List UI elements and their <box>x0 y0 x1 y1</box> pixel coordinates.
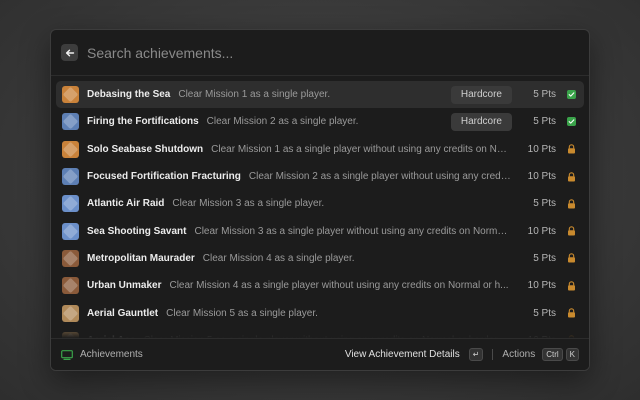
achievement-thumbnail <box>62 195 79 213</box>
achievement-points: 5 Pts <box>533 89 556 101</box>
achievement-title: Firing the Fortifications <box>87 116 199 128</box>
lock-icon <box>565 171 577 183</box>
achievement-title: Debasing the Sea <box>87 89 171 101</box>
achievement-description: Clear Mission 5 as a single player. <box>166 307 318 319</box>
achievement-row[interactable]: Aerial Gauntlet Clear Mission 5 as a sing… <box>56 299 584 326</box>
achievement-thumbnail <box>62 140 79 158</box>
achievement-points: 10 Pts <box>527 225 556 237</box>
achievement-description: Clear Mission 1 as a single player witho… <box>211 143 512 155</box>
hardcore-tag: Hardcore <box>450 85 512 104</box>
achievement-title: Metropolitan Maurader <box>87 252 195 264</box>
achievement-thumbnail <box>62 86 79 104</box>
view-details-action[interactable]: View Achievement Details <box>345 349 460 360</box>
achievement-list: Debasing the Sea Clear Mission 1 as a sin… <box>51 76 589 340</box>
achievement-thumbnail <box>62 304 79 322</box>
achievement-description: Clear Mission 2 as a single player witho… <box>248 171 512 183</box>
achievement-row[interactable]: Sea Shooting Savant Clear Mission 3 as a … <box>56 217 584 244</box>
search-input[interactable] <box>87 44 579 61</box>
achievement-thumbnail <box>62 113 79 131</box>
actions-button[interactable]: Actions <box>502 349 535 360</box>
extension-icon <box>61 349 73 360</box>
achievement-title: Urban Unmaker <box>87 280 162 292</box>
achievement-thumbnail <box>62 277 79 295</box>
achievement-row[interactable]: Solo Seabase Shutdown Clear Mission 1 as … <box>56 136 584 163</box>
achievement-thumbnail <box>62 249 79 267</box>
achievement-row[interactable]: Focused Fortification Fracturing Clear Mi… <box>56 163 584 190</box>
check-icon <box>565 116 577 128</box>
footer-bar: Achievements View Achievement Details ↵ … <box>51 338 589 370</box>
achievement-description: Clear Mission 1 as a single player. <box>178 89 331 101</box>
achievement-row[interactable]: Firing the Fortifications Clear Mission 2… <box>56 108 584 135</box>
achievement-points: 5 Pts <box>533 252 556 264</box>
achievement-thumbnail <box>62 222 79 240</box>
hardcore-tag: Hardcore <box>450 112 512 131</box>
k-key: K <box>565 348 579 361</box>
achievement-title: Aerial Gauntlet <box>87 307 159 319</box>
achievement-description: Clear Mission 4 as a single player witho… <box>169 280 509 292</box>
achievement-title: Atlantic Air Raid <box>87 198 165 210</box>
achievement-points: 10 Pts <box>527 143 556 155</box>
achievement-points: 5 Pts <box>533 116 556 128</box>
lock-icon <box>565 252 577 264</box>
lock-icon <box>565 280 577 292</box>
lock-icon <box>565 225 577 237</box>
achievement-description: Clear Mission 3 as a single player witho… <box>194 225 512 237</box>
achievement-description: Clear Mission 2 as a single player. <box>206 116 359 128</box>
achievement-row[interactable]: Atlantic Air Raid Clear Mission 3 as a si… <box>56 190 584 217</box>
lock-icon <box>565 198 577 210</box>
achievement-points: 5 Pts <box>533 307 556 319</box>
achievement-thumbnail <box>62 168 79 186</box>
achievement-description: Clear Mission 4 as a single player. <box>202 252 355 264</box>
footer-divider <box>492 349 494 360</box>
achievement-row[interactable]: Debasing the Sea Clear Mission 1 as a sin… <box>56 81 584 109</box>
lock-icon <box>565 307 577 319</box>
footer-label: Achievements <box>80 349 143 360</box>
achievement-row[interactable]: Urban Unmaker Clear Mission 4 as a single… <box>56 272 584 299</box>
achievement-title: Sea Shooting Savant <box>87 225 187 237</box>
achievements-window: Debasing the Sea Clear Mission 1 as a sin… <box>50 29 590 371</box>
achievement-title: Focused Fortification Fracturing <box>87 171 241 183</box>
achievement-points: 10 Pts <box>527 280 556 292</box>
arrow-left-icon <box>65 49 74 56</box>
ctrl-key: Ctrl <box>542 348 563 361</box>
search-bar <box>51 30 589 76</box>
check-icon <box>565 89 577 101</box>
achievement-title: Solo Seabase Shutdown <box>87 143 204 155</box>
achievement-points: 10 Pts <box>527 171 556 183</box>
achievement-points: 5 Pts <box>533 198 556 210</box>
achievement-description: Clear Mission 3 as a single player. <box>172 198 325 210</box>
enter-key: ↵ <box>468 348 484 361</box>
back-button[interactable] <box>61 44 78 61</box>
lock-icon <box>565 143 577 155</box>
achievement-row[interactable]: Metropolitan Maurader Clear Mission 4 as … <box>56 245 584 272</box>
